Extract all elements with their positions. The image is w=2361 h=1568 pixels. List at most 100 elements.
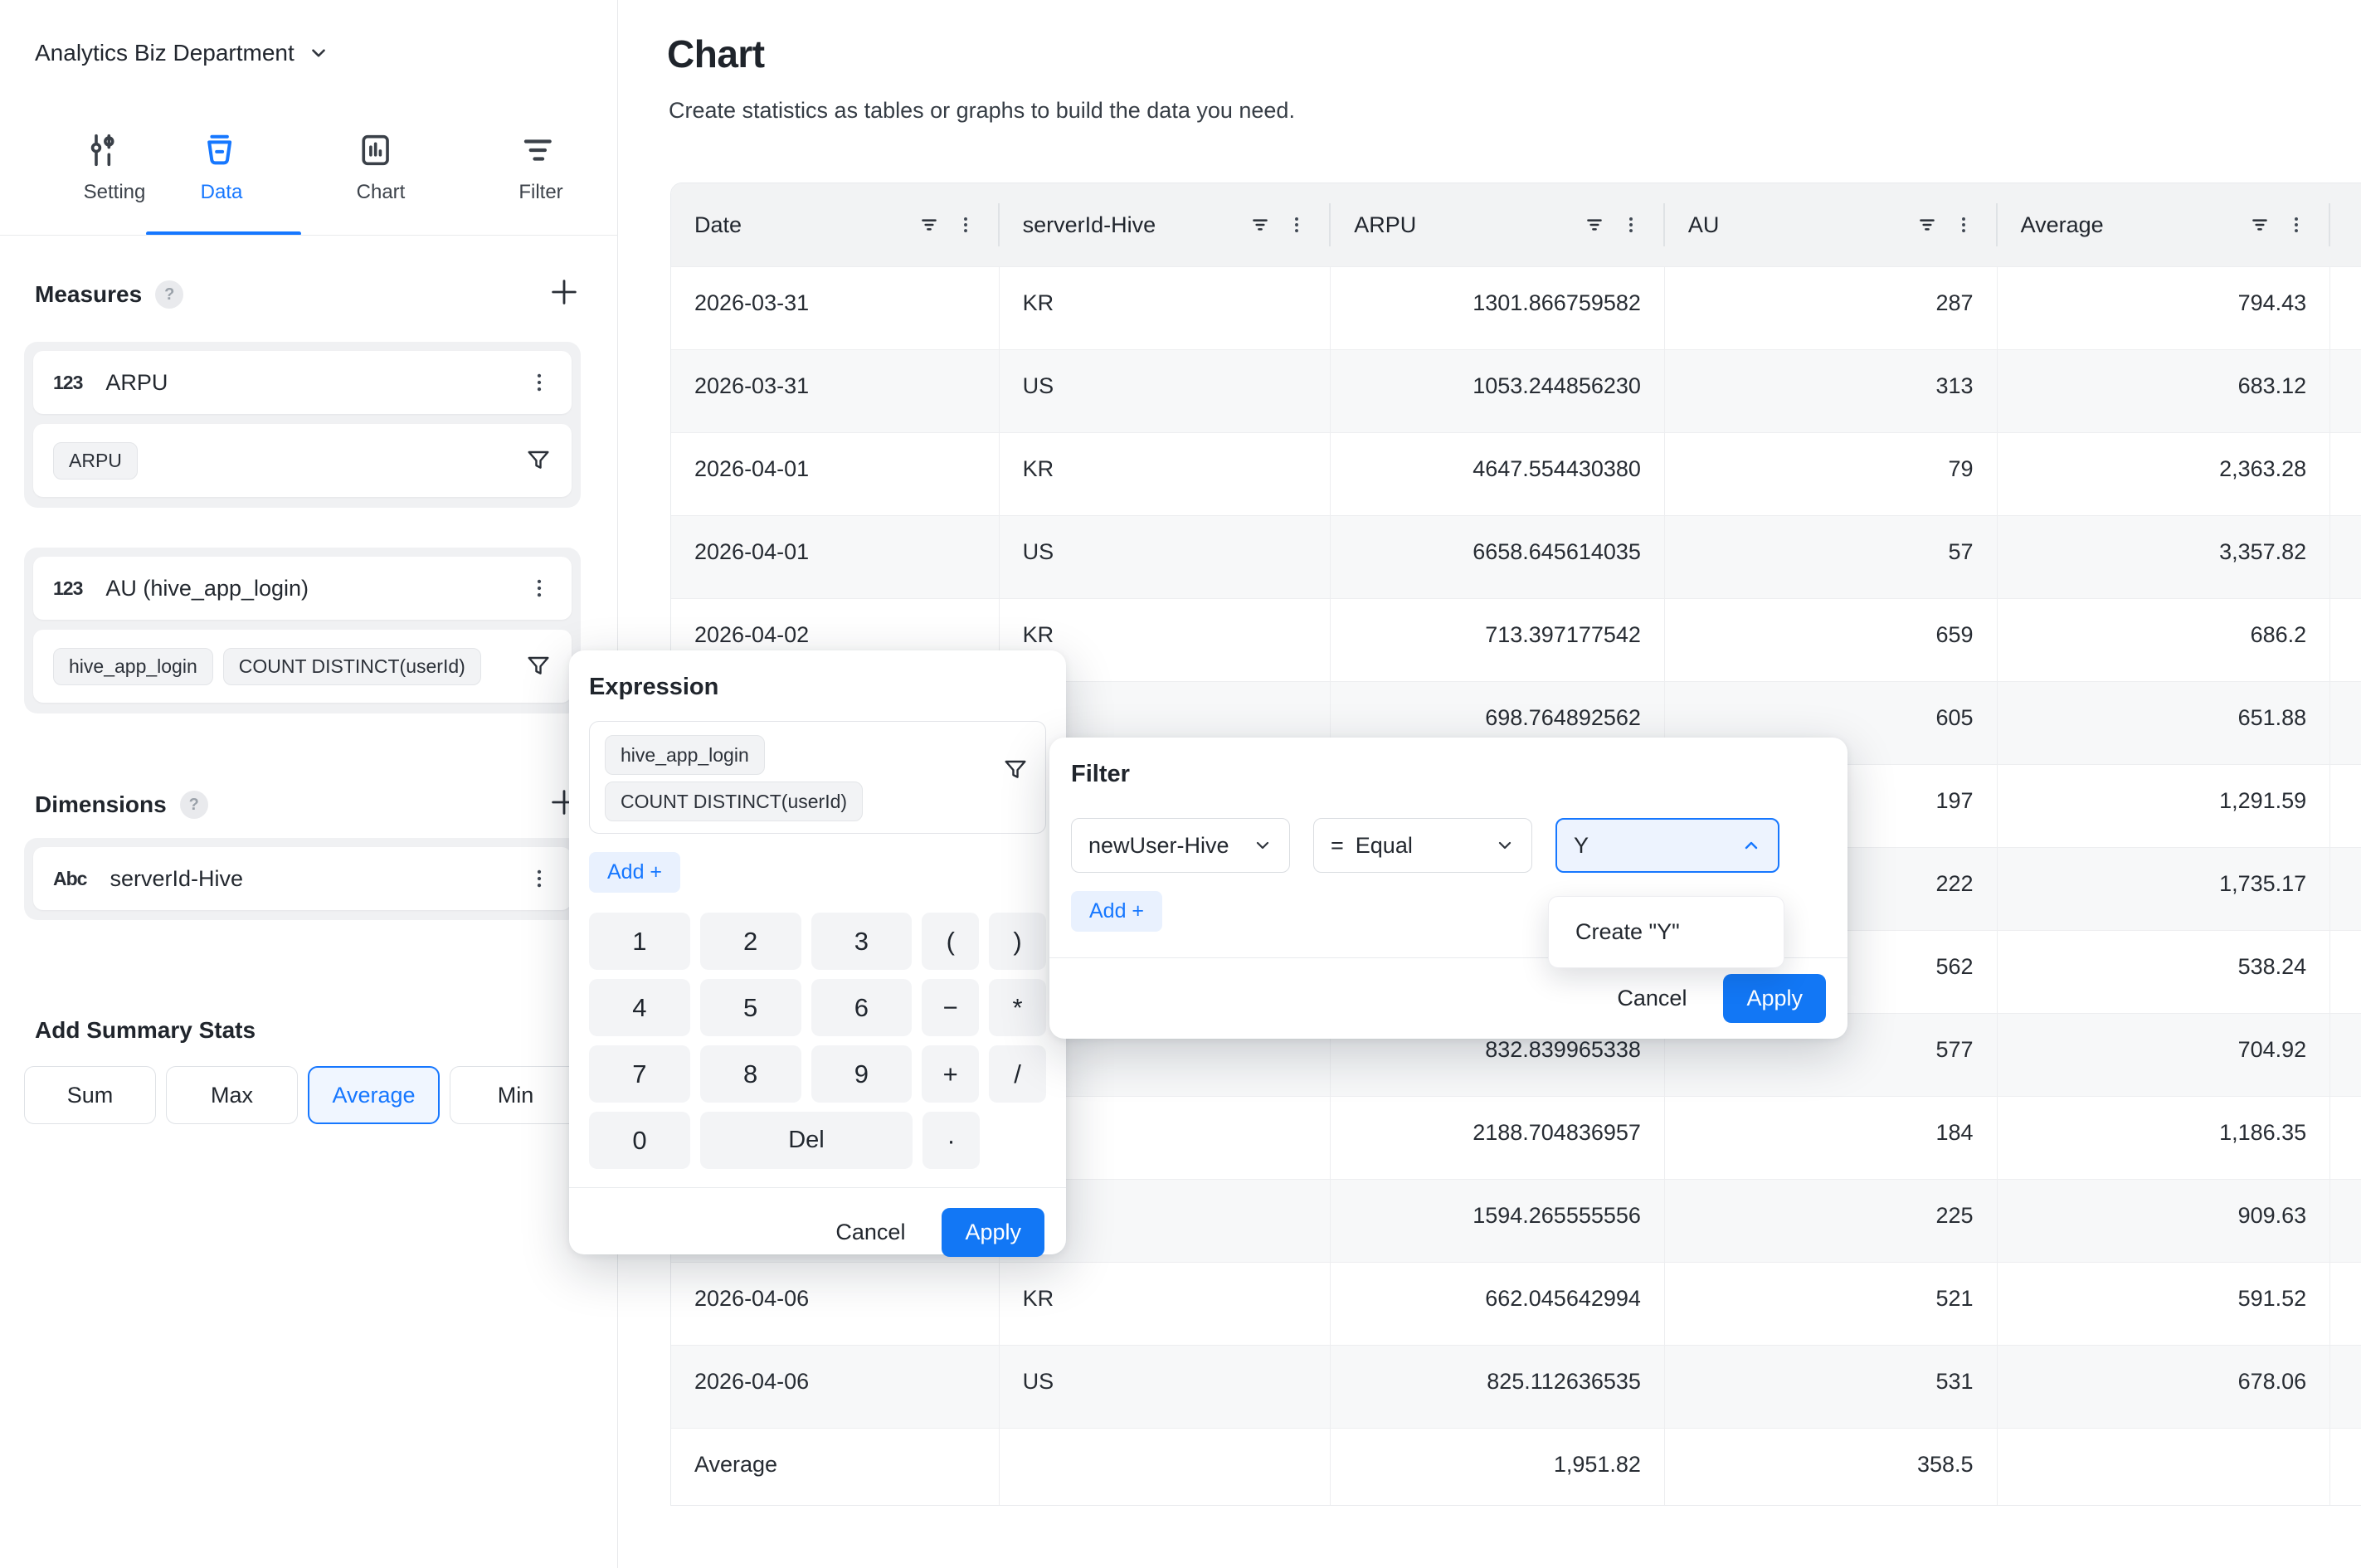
- column-label: Average: [2021, 212, 2104, 238]
- bucket-icon: [201, 131, 243, 169]
- dimension-card-serverid[interactable]: Abc serverId-Hive: [33, 847, 572, 910]
- department-selector[interactable]: Analytics Biz Department: [35, 40, 329, 66]
- keypad-key-7[interactable]: 7: [589, 1045, 690, 1103]
- kebab-menu-icon[interactable]: [527, 370, 552, 395]
- filter-add-button[interactable]: Add +: [1071, 891, 1162, 932]
- operator-value: Equal: [1356, 833, 1413, 859]
- column-filter-icon[interactable]: [1584, 214, 1605, 236]
- measure-expression-row[interactable]: hive_app_login COUNT DISTINCT(userId): [33, 630, 572, 703]
- keypad-key-1[interactable]: 1: [589, 913, 690, 970]
- stat-button-min[interactable]: Min: [450, 1066, 582, 1124]
- tab-filter-label: Filter: [518, 181, 562, 204]
- table-cell: 683.12: [1998, 350, 2331, 432]
- summary-stat-buttons: Sum Max Average Min: [24, 1066, 582, 1124]
- column-header-serverid-hive[interactable]: serverId-Hive: [1000, 183, 1331, 266]
- filter-field-select[interactable]: newUser-Hive: [1071, 818, 1290, 873]
- column-menu-icon[interactable]: [2286, 214, 2307, 236]
- chip[interactable]: ARPU: [53, 442, 138, 480]
- create-value-option[interactable]: Create "Y": [1548, 896, 1784, 968]
- table-cell: [1998, 1429, 2331, 1505]
- table-cell: [2330, 1014, 2361, 1096]
- expression-apply-button[interactable]: Apply: [942, 1208, 1044, 1257]
- measure-card-au[interactable]: 123 AU (hive_app_login): [33, 557, 572, 620]
- table-row: 2026-04-01KR4647.554430380792,363.28: [671, 432, 2361, 515]
- kebab-menu-icon[interactable]: [527, 866, 552, 891]
- keypad-key-4[interactable]: 4: [589, 979, 690, 1036]
- filter-apply-button[interactable]: Apply: [1723, 974, 1826, 1023]
- column-header-date[interactable]: Date: [671, 183, 1000, 266]
- column-filter-icon[interactable]: [1249, 214, 1271, 236]
- keypad-key-0[interactable]: 0: [589, 1112, 690, 1169]
- table-cell: [2330, 682, 2361, 764]
- table-cell: 358.5: [1665, 1429, 1998, 1505]
- table-cell: 1,186.35: [1998, 1097, 2331, 1179]
- table-cell: 1594.265555556: [1331, 1180, 1665, 1262]
- chip[interactable]: hive_app_login: [53, 648, 213, 685]
- column-header-au[interactable]: AU: [1665, 183, 1998, 266]
- keypad-key-/[interactable]: /: [989, 1045, 1046, 1103]
- table-summary-row: Average1,951.82358.5: [671, 1428, 2361, 1505]
- funnel-filter-icon[interactable]: [525, 447, 552, 474]
- table-cell: [2330, 1429, 2361, 1505]
- keypad-key-−[interactable]: −: [922, 979, 979, 1036]
- expression-cancel-button[interactable]: Cancel: [835, 1220, 905, 1245]
- tab-setting[interactable]: Setting: [84, 131, 146, 204]
- chip[interactable]: hive_app_login: [605, 735, 765, 775]
- keypad-key-3[interactable]: 3: [811, 913, 913, 970]
- chip[interactable]: COUNT DISTINCT(userId): [605, 782, 863, 821]
- summary-stats-label: Add Summary Stats: [35, 1017, 256, 1044]
- table-cell: KR: [1000, 433, 1331, 515]
- column-menu-icon[interactable]: [1286, 214, 1307, 236]
- numeric-type-badge: 123: [53, 372, 82, 394]
- table-cell: 662.045642994: [1331, 1263, 1665, 1345]
- expression-add-button[interactable]: Add +: [589, 852, 680, 893]
- keypad-key-8[interactable]: 8: [700, 1045, 801, 1103]
- keypad-key-9[interactable]: 9: [811, 1045, 913, 1103]
- keypad-key-5[interactable]: 5: [700, 979, 801, 1036]
- filter-operator-select[interactable]: = Equal: [1313, 818, 1532, 873]
- table-cell: 2188.704836957: [1331, 1097, 1665, 1179]
- tab-data[interactable]: Data: [201, 131, 243, 204]
- keypad-key-6[interactable]: 6: [811, 979, 913, 1036]
- table-cell: [2330, 931, 2361, 1013]
- column-filter-icon[interactable]: [1916, 214, 1938, 236]
- measure-expression-row[interactable]: ARPU: [33, 424, 572, 497]
- keypad-key-*[interactable]: *: [989, 979, 1046, 1036]
- funnel-filter-icon[interactable]: [525, 653, 552, 679]
- add-measure-button[interactable]: [546, 274, 582, 310]
- stat-button-average[interactable]: Average: [308, 1066, 440, 1124]
- keypad-key-)[interactable]: ): [989, 913, 1046, 970]
- filter-value-combobox[interactable]: Y: [1555, 818, 1779, 873]
- kebab-menu-icon[interactable]: [527, 576, 552, 601]
- help-icon[interactable]: ?: [155, 280, 183, 309]
- column-header: [2330, 183, 2361, 266]
- table-cell: [2330, 433, 2361, 515]
- help-icon[interactable]: ?: [180, 791, 208, 819]
- column-menu-icon[interactable]: [1953, 214, 1974, 236]
- column-header-arpu[interactable]: ARPU: [1331, 183, 1665, 266]
- funnel-filter-icon[interactable]: [1002, 757, 1029, 783]
- table-cell: 2026-04-01: [671, 516, 1000, 598]
- column-filter-icon[interactable]: [2249, 214, 2271, 236]
- filter-field-value: newUser-Hive: [1088, 833, 1229, 859]
- measure-card-arpu[interactable]: 123 ARPU: [33, 351, 572, 414]
- tab-chart-label: Chart: [357, 181, 406, 204]
- table-cell: [2330, 848, 2361, 930]
- column-menu-icon[interactable]: [955, 214, 976, 236]
- table-cell: [2330, 1346, 2361, 1428]
- column-filter-icon[interactable]: [918, 214, 940, 236]
- stat-button-max[interactable]: Max: [166, 1066, 298, 1124]
- chip[interactable]: COUNT DISTINCT(userId): [223, 648, 481, 685]
- filter-cancel-button[interactable]: Cancel: [1617, 986, 1687, 1011]
- stat-button-sum[interactable]: Sum: [24, 1066, 156, 1124]
- keypad-key-2[interactable]: 2: [700, 913, 801, 970]
- tab-filter[interactable]: Filter: [518, 131, 562, 204]
- keypad-key-·[interactable]: ·: [922, 1112, 980, 1169]
- keypad-key-+[interactable]: +: [922, 1045, 979, 1103]
- expression-input[interactable]: hive_app_login COUNT DISTINCT(userId): [589, 721, 1046, 834]
- column-header-average[interactable]: Average: [1998, 183, 2331, 266]
- column-menu-icon[interactable]: [1620, 214, 1642, 236]
- keypad-key-([interactable]: (: [922, 913, 979, 970]
- tab-chart[interactable]: Chart: [357, 131, 406, 204]
- keypad-key-del[interactable]: Del: [700, 1112, 913, 1169]
